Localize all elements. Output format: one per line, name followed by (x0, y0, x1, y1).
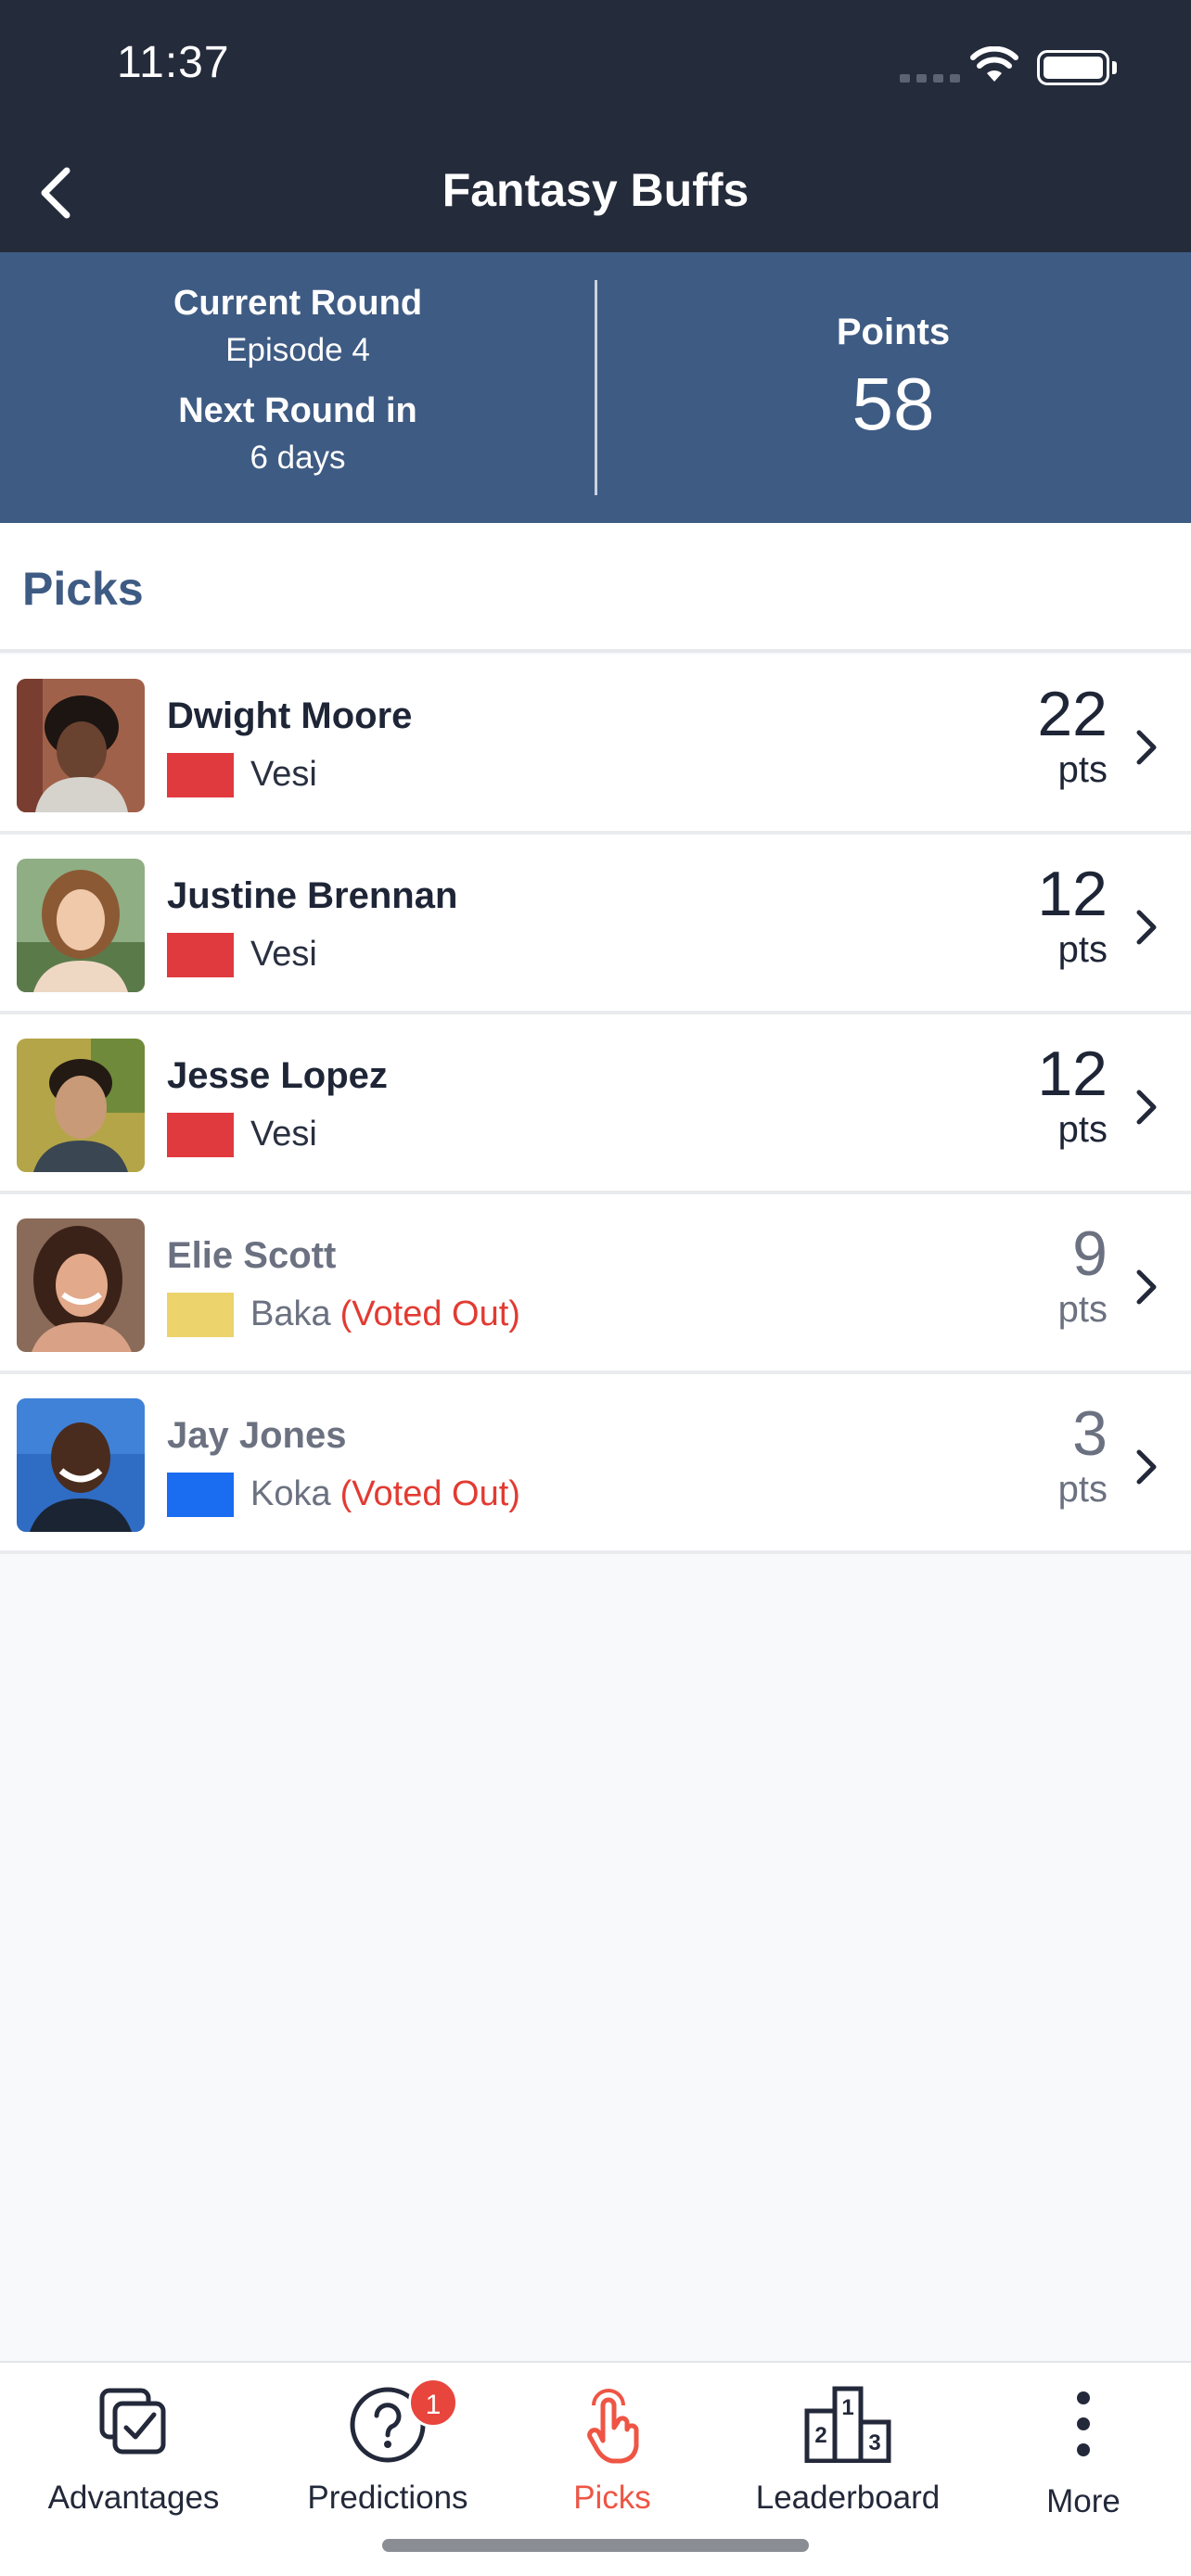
avatar (17, 1039, 145, 1172)
current-round-value: Episode 4 (225, 332, 370, 368)
tab-more[interactable]: More (965, 2363, 1191, 2548)
tab-label: Picks (573, 2480, 651, 2516)
tribe-label: Koka (Voted Out) (250, 1474, 520, 1514)
avatar (17, 679, 145, 812)
hand-pointer-icon (587, 2389, 639, 2464)
page-title: Fantasy Buffs (442, 164, 749, 216)
round-info: Current Round Episode 4 Next Round in 6 … (0, 252, 596, 523)
tribe-name: Vesi (250, 935, 317, 974)
points-unit: pts (1057, 1469, 1108, 1510)
chevron-right-icon (1136, 1449, 1157, 1485)
more-vertical-icon (1077, 2391, 1090, 2456)
tribe-color-swatch (167, 933, 234, 977)
cellular-signal-icon (900, 74, 960, 83)
next-round-label: Next Round in (178, 391, 417, 430)
tribe-name: Vesi (250, 755, 317, 794)
points-value: 58 (852, 363, 935, 445)
points-score: 12 pts (1037, 859, 1108, 970)
pick-row[interactable]: Jesse Lopez Vesi 12 pts (0, 1014, 1191, 1194)
tab-picks[interactable]: Picks (493, 2363, 731, 2548)
current-round-label: Current Round (173, 284, 423, 323)
tribe-label: Vesi (250, 1115, 327, 1154)
tribe-color-swatch (167, 1113, 234, 1157)
avatar (17, 859, 145, 992)
points-unit: pts (1057, 749, 1108, 790)
pick-row[interactable]: Elie Scott Baka (Voted Out) 9 pts (0, 1194, 1191, 1374)
next-round-value: 6 days (250, 440, 346, 476)
tribe-color-swatch (167, 753, 234, 797)
tribe-name: Baka (250, 1294, 331, 1333)
tab-label: Predictions (307, 2480, 468, 2516)
tab-advantages[interactable]: Advantages (15, 2363, 252, 2548)
points-score: 9 pts (1058, 1218, 1108, 1330)
points-number: 22 (1037, 679, 1108, 749)
picks-list: Dwight Moore Vesi 22 pts Justine Brennan… (0, 655, 1191, 1554)
pick-row[interactable]: Jay Jones Koka (Voted Out) 3 pts (0, 1374, 1191, 1554)
status-label: (Voted Out) (339, 1474, 520, 1513)
points-unit: pts (1057, 1109, 1108, 1150)
svg-text:3: 3 (868, 2430, 880, 2455)
chevron-right-icon (1136, 1090, 1157, 1125)
advantages-icon (99, 2388, 166, 2455)
pick-row[interactable]: Justine Brennan Vesi 12 pts (0, 835, 1191, 1014)
picks-title: Picks (22, 563, 144, 615)
points-score: 12 pts (1037, 1039, 1108, 1150)
points-score: 22 pts (1037, 679, 1108, 790)
points-score: 3 pts (1058, 1398, 1108, 1510)
tab-leaderboard[interactable]: 12 3 Leaderboard (729, 2363, 967, 2548)
tribe-label: Vesi (250, 755, 327, 795)
tab-predictions[interactable]: Predictions (269, 2363, 506, 2548)
tribe-name: Koka (250, 1474, 331, 1513)
tribe-color-swatch (167, 1473, 234, 1517)
svg-text:1: 1 (841, 2395, 853, 2420)
battery-tip (1112, 61, 1117, 74)
status-time: 11:37 (117, 38, 230, 87)
round-summary-panel: Current Round Episode 4 Next Round in 6 … (0, 252, 1191, 523)
status-label: (Voted Out) (339, 1294, 520, 1333)
contestant-name: Elie Scott (167, 1235, 337, 1276)
tab-label: More (1046, 2483, 1121, 2519)
wifi-icon (970, 45, 1018, 88)
points-number: 3 (1072, 1398, 1108, 1469)
contestant-name: Jay Jones (167, 1415, 347, 1456)
tribe-label: Vesi (250, 935, 327, 975)
points-number: 9 (1072, 1218, 1108, 1289)
points-unit: pts (1057, 929, 1108, 970)
navigation-header: 11:37 Fantasy Buffs (0, 0, 1191, 252)
avatar (17, 1218, 145, 1352)
points-unit: pts (1057, 1289, 1108, 1330)
points-number: 12 (1037, 1039, 1108, 1109)
tab-label: Leaderboard (755, 2480, 941, 2516)
points-info: Points 58 (596, 252, 1191, 523)
notification-badge: 1 (408, 2378, 458, 2428)
podium-icon: 12 3 (804, 2386, 891, 2463)
contestant-name: Dwight Moore (167, 695, 413, 736)
battery-icon (1037, 50, 1109, 85)
chevron-right-icon (1136, 730, 1157, 765)
home-indicator (382, 2539, 809, 2552)
contestant-name: Justine Brennan (167, 875, 458, 916)
pick-row[interactable]: Dwight Moore Vesi 22 pts (0, 655, 1191, 835)
svg-text:2: 2 (814, 2423, 826, 2448)
picks-section-header: Picks (0, 523, 1191, 653)
tribe-color-swatch (167, 1293, 234, 1337)
points-number: 12 (1037, 859, 1108, 929)
chevron-right-icon (1136, 1269, 1157, 1305)
points-label: Points (836, 312, 951, 352)
tab-label: Advantages (47, 2480, 220, 2516)
tribe-label: Baka (Voted Out) (250, 1294, 520, 1334)
chevron-right-icon (1136, 910, 1157, 945)
tribe-name: Vesi (250, 1115, 317, 1154)
contestant-name: Jesse Lopez (167, 1055, 388, 1096)
avatar (17, 1398, 145, 1532)
